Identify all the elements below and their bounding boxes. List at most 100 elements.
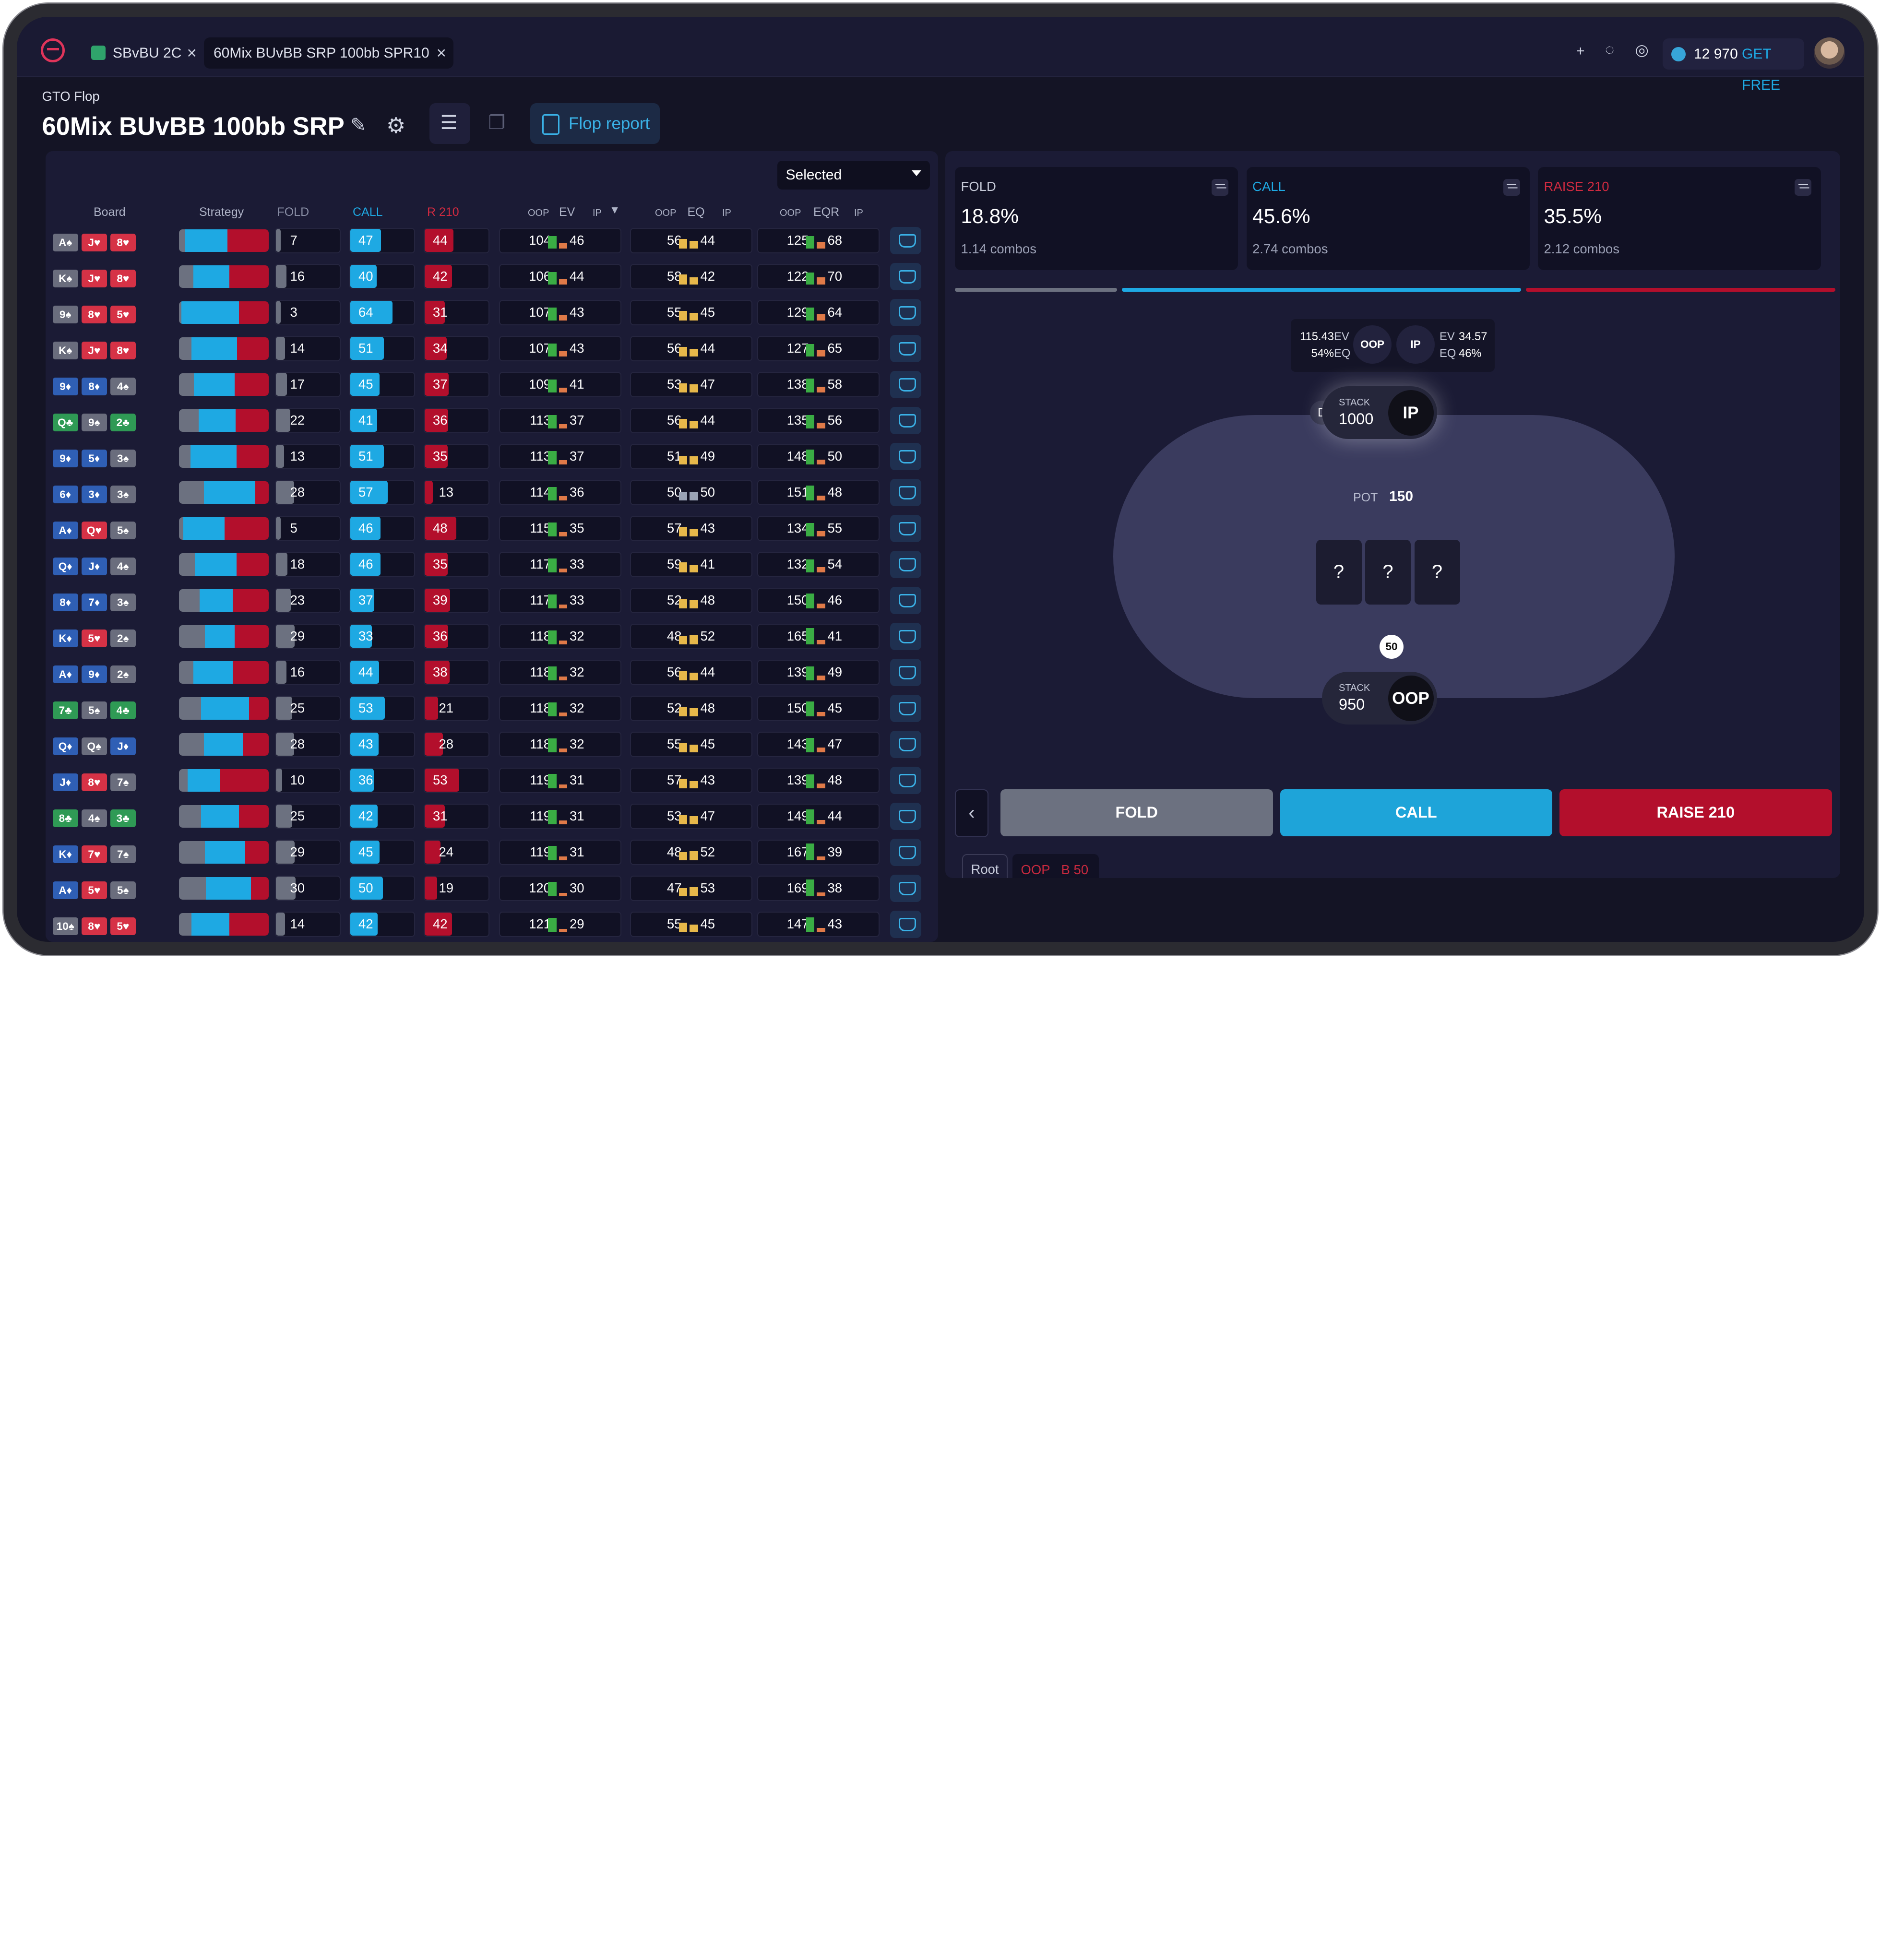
table-row[interactable]: K♦ 5♥ 2♠ 29 33 36 118 32 48 52 165 41 [50,619,930,653]
header-fold[interactable]: FOLD [277,205,309,219]
study-button[interactable] [890,622,921,650]
table-row[interactable]: 6♦ 3♦ 3♠ 28 57 13 114 36 50 50 151 48 [50,475,930,509]
study-button[interactable] [890,910,921,938]
table-row[interactable]: 9♦ 8♦ 4♠ 17 45 37 109 41 53 47 138 58 [50,367,930,401]
raise-cell-value: 34 [433,340,448,356]
raise-button[interactable]: RAISE 210 [1559,789,1832,836]
study-button[interactable] [890,334,921,362]
table-row[interactable]: A♠ J♥ 8♥ 7 47 44 104 46 56 44 125 68 [50,223,930,257]
eqr-oop-bar [806,593,814,608]
table-row[interactable]: 8♣ 4♠ 3♣ 25 42 31 119 31 53 47 149 44 [50,799,930,832]
action-card-fold[interactable]: FOLD 18.8% 1.14 combos [955,166,1238,270]
avatar[interactable] [1814,37,1845,69]
table-row[interactable]: A♦ 5♥ 5♠ 30 50 19 120 30 47 53 169 38 [50,871,930,904]
copy-button[interactable]: ❐ [477,103,518,144]
strategy-bar [178,913,269,936]
action-card-call[interactable]: CALL 45.6% 2.74 combos [1246,166,1530,270]
fold-cell-fill [275,553,288,576]
study-button[interactable] [890,730,921,758]
call-button[interactable]: CALL [1280,789,1552,836]
study-button[interactable] [890,514,921,542]
filter-icon[interactable] [1212,178,1228,196]
table-row[interactable]: 9♠ 8♥ 5♥ 3 64 31 107 43 55 45 129 64 [50,295,930,329]
table-row[interactable]: Q♣ 9♠ 2♣ 22 41 36 113 37 56 44 135 56 [50,403,930,437]
filter-select[interactable]: Selected [777,161,930,190]
chat-icon[interactable]: ◌ [1605,41,1614,59]
filter-icon[interactable] [1795,178,1811,196]
table-row[interactable]: 8♦ 7♦ 3♠ 23 37 39 117 33 52 48 150 46 [50,583,930,617]
board-cards: Q♦ J♦ 4♠ [53,553,149,575]
table-row[interactable]: K♦ 7♥ 7♠ 29 45 24 119 31 48 52 167 39 [50,835,930,868]
app-logo-icon[interactable] [41,38,65,62]
tab-60mix[interactable]: 60Mix BUvBB SRP 100bb SPR10 × [204,37,453,69]
eq-ip: 45 [700,916,715,931]
study-button[interactable] [890,694,921,722]
table-row[interactable]: K♠ J♥ 8♥ 16 40 42 106 44 58 42 122 70 [50,259,930,293]
board-card: 5♥ [82,629,107,647]
history-root[interactable]: Root [962,854,1008,878]
study-button[interactable] [890,370,921,398]
board-card-3[interactable]: ? [1414,540,1460,605]
table-row[interactable]: A♦ Q♥ 5♠ 5 46 48 115 35 57 43 134 55 [50,511,930,545]
header-board[interactable]: Board [94,205,126,219]
study-button[interactable] [890,874,921,902]
close-icon[interactable]: × [437,37,446,69]
table-row[interactable]: J♦ 8♥ 7♠ 10 36 53 119 31 57 43 139 48 [50,763,930,796]
raise-cell-value: 42 [433,916,448,931]
table-row[interactable]: Q♦ J♦ 4♠ 18 46 35 117 33 59 41 132 54 [50,547,930,581]
table-row[interactable]: A♦ 9♦ 2♠ 16 44 38 118 32 56 44 139 49 [50,655,930,689]
get-free-link[interactable]: GET FREE [1742,38,1804,101]
ev-ip: 32 [570,700,584,715]
flop-report-button[interactable]: Flop report [530,103,660,144]
header-eqr[interactable]: EQR [813,205,839,219]
study-button[interactable] [890,586,921,614]
fold-button[interactable]: FOLD [1000,789,1273,836]
ev-ip-bar [559,279,567,285]
study-button[interactable] [890,226,921,254]
fold-cell: 28 [274,480,341,505]
sort-desc-icon[interactable]: ▼ [609,204,620,216]
gear-icon[interactable]: ⚙ [386,113,405,138]
study-button[interactable] [890,262,921,290]
eq-ip: 48 [700,700,715,715]
close-icon[interactable]: × [187,37,197,69]
eqr-oop-bar [806,666,814,680]
ip-seat[interactable]: STACK 1000 IP [1322,386,1437,439]
study-button[interactable] [890,802,921,830]
eq-oop-bar [678,347,687,356]
header-call[interactable]: CALL [353,205,383,219]
table-row[interactable]: 9♦ 5♦ 3♠ 13 51 35 113 37 51 49 148 50 [50,439,930,473]
plus-icon[interactable]: + [1576,43,1585,59]
call-cell-value: 45 [358,376,373,392]
filter-icon[interactable] [1503,178,1520,196]
study-button[interactable] [890,442,921,470]
study-button[interactable] [890,550,921,578]
header-eq[interactable]: EQ [688,205,705,219]
header-strategy[interactable]: Strategy [199,205,244,219]
table-row[interactable]: Q♦ Q♠ J♦ 28 43 28 118 32 55 45 143 47 [50,727,930,760]
action-card-raise-210[interactable]: RAISE 210 35.5% 2.12 combos [1538,166,1821,270]
tree-view-button[interactable]: ☰ [429,103,470,144]
study-button[interactable] [890,838,921,866]
header-ev[interactable]: EV [559,205,575,219]
board-card-1[interactable]: ? [1316,540,1362,605]
tab-sbvbu[interactable]: SBvBU 2C × [82,37,204,69]
header-raise[interactable]: R 210 [427,205,459,219]
study-button[interactable] [890,406,921,434]
history-oop-bet[interactable]: OOP B 50 [1012,854,1099,878]
ev-ip: 33 [570,556,584,571]
table-row[interactable]: K♠ J♥ 8♥ 14 51 34 107 43 56 44 127 65 [50,331,930,365]
credits-badge[interactable]: 12 970 GET FREE [1663,38,1804,93]
oop-seat[interactable]: STACK 950 OOP [1322,672,1437,725]
edit-icon[interactable]: ✎ [350,114,367,136]
study-button[interactable] [890,766,921,794]
back-button[interactable]: ‹ [955,789,988,837]
help-icon[interactable]: ◎ [1635,41,1649,59]
table-row[interactable]: 7♣ 5♠ 4♣ 25 53 21 118 32 52 48 150 45 [50,691,930,725]
study-button[interactable] [890,298,921,326]
board-card-2[interactable]: ? [1365,540,1411,605]
ev-ip-bar [559,677,567,680]
table-row[interactable]: 10♠ 8♥ 5♥ 14 42 42 121 29 55 45 147 43 [50,907,930,940]
study-button[interactable] [890,478,921,506]
study-button[interactable] [890,658,921,686]
